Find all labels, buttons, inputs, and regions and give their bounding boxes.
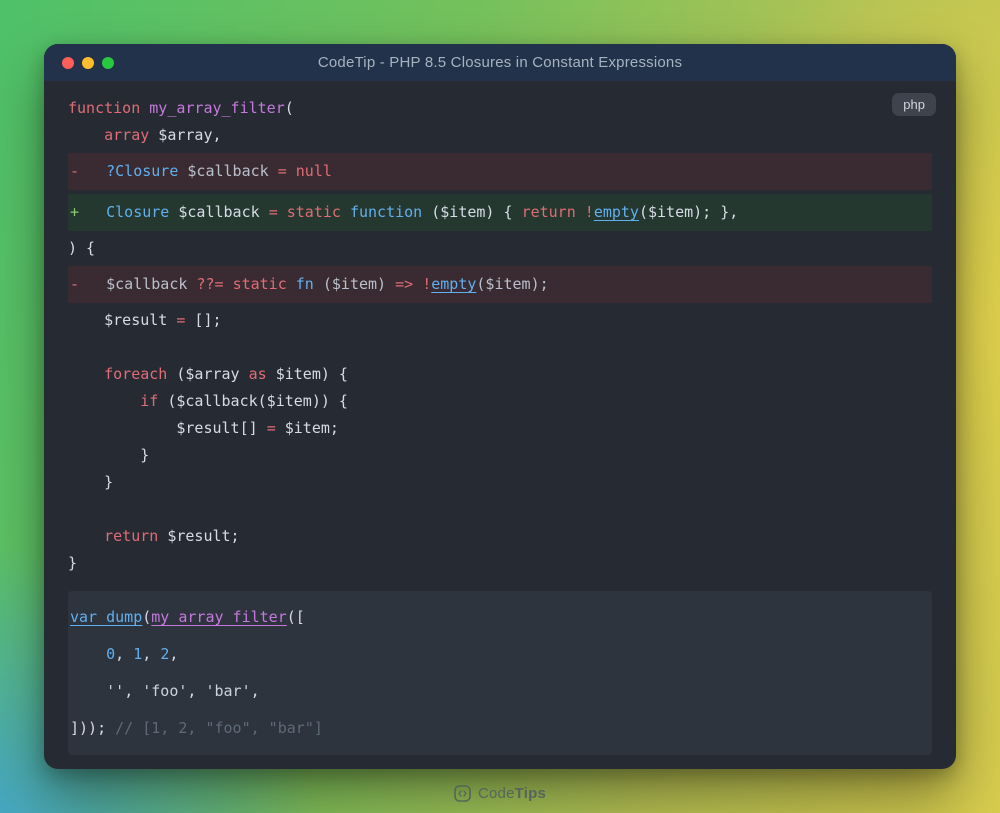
code-area: php function my_array_filter( array $arr…	[44, 81, 956, 769]
code-line: return $result;	[104, 527, 240, 545]
code-window: CodeTip - PHP 8.5 Closures in Constant E…	[44, 44, 956, 769]
codetips-logo-icon	[454, 784, 471, 802]
code-line-diff-del: - ?Closure $callback = null	[68, 153, 932, 190]
language-badge: php	[892, 93, 936, 116]
footer-brand-text: CodeTips	[477, 784, 547, 802]
code-line: if ($callback($item)) {	[140, 392, 348, 410]
code-line: var_dump(my_array_filter([	[70, 608, 305, 626]
code-line-diff-add: + Closure $callback = static function ($…	[68, 194, 932, 231]
footer-brand: CodeTips	[0, 782, 1000, 804]
code-line: $result = [];	[68, 311, 222, 329]
diff-sign: -	[70, 162, 80, 180]
highlighted-code-block: var_dump(my_array_filter([ 0, 1, 2, '', …	[68, 591, 932, 755]
code-line: $result[] = $item;	[68, 419, 339, 437]
code-line: ])); // [1, 2, "foo", "bar"]	[70, 719, 323, 737]
code-line: array $array,	[104, 126, 222, 144]
window-title: CodeTip - PHP 8.5 Closures in Constant E…	[317, 54, 683, 71]
code-line: foreach ($array as $item) {	[104, 365, 348, 383]
diff-sign: -	[70, 275, 80, 293]
code-main-lines: function my_array_filter( array $array, -…	[68, 95, 932, 577]
code-line: function my_array_filter(	[68, 99, 294, 117]
close-button[interactable]	[62, 56, 74, 69]
traffic-lights	[62, 44, 114, 81]
diff-sign: +	[70, 203, 80, 221]
code-line: '', 'foo', 'bar',	[106, 682, 260, 700]
minimize-button[interactable]	[82, 56, 94, 69]
code-line: ) {	[68, 239, 96, 257]
code-line: }	[68, 554, 78, 572]
code-line-diff-del: - $callback ??= static fn ($item) => !em…	[68, 266, 932, 303]
zoom-button[interactable]	[102, 56, 114, 69]
code-line: }	[68, 473, 114, 491]
window-titlebar: CodeTip - PHP 8.5 Closures in Constant E…	[44, 44, 956, 81]
code-line: 0, 1, 2,	[106, 645, 179, 663]
code-line: }	[68, 446, 150, 464]
